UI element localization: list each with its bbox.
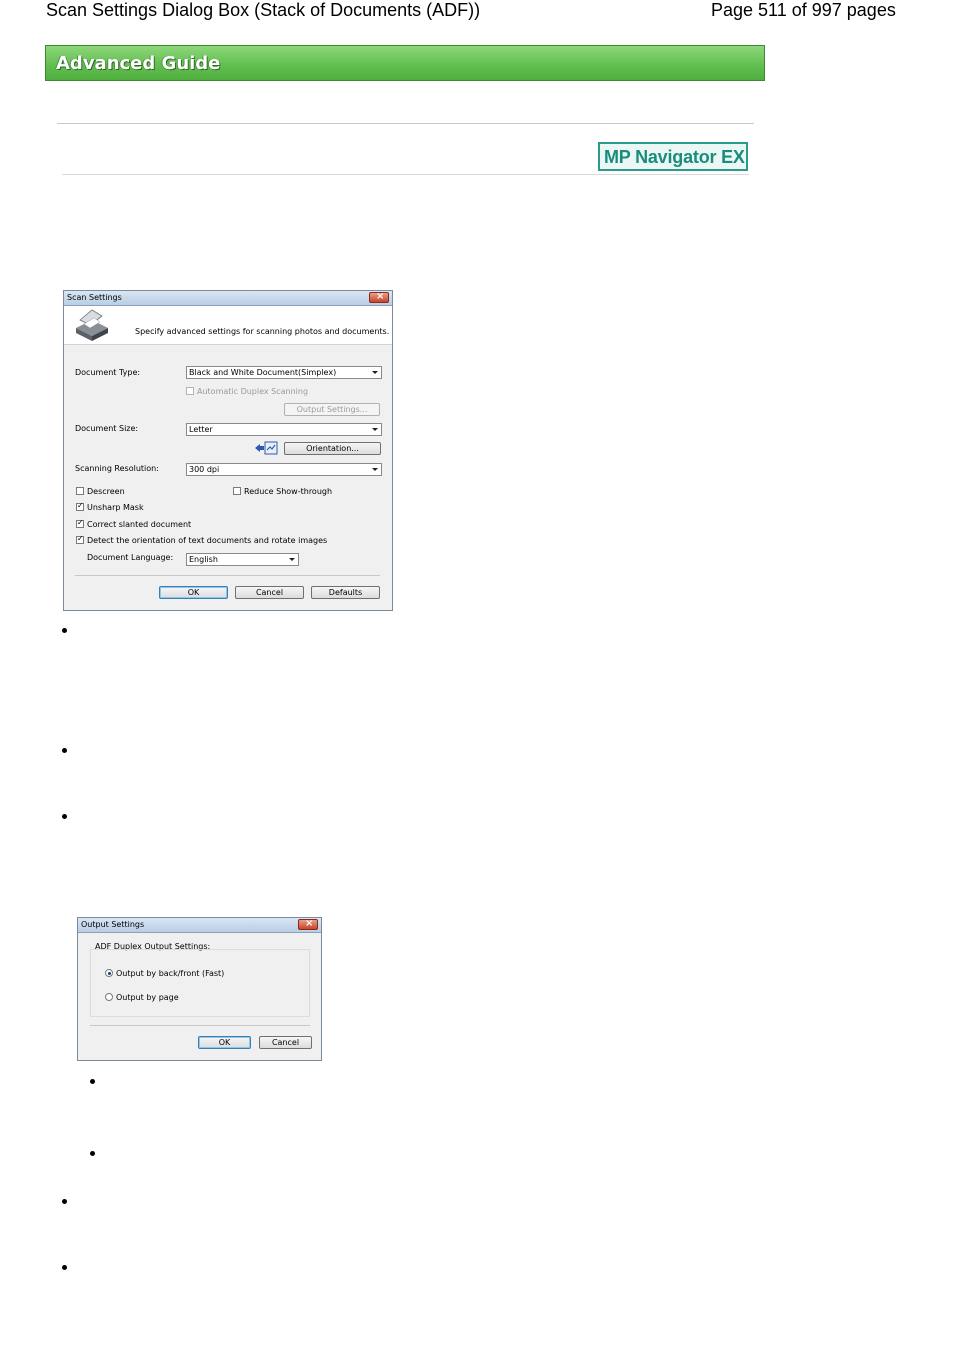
ok-button[interactable]: OK	[198, 1036, 251, 1049]
divider	[62, 174, 749, 175]
automatic-duplex-label: Automatic Duplex Scanning	[197, 387, 309, 396]
document-language-label: Document Language:	[87, 553, 174, 562]
scan-settings-dialog: Scan Settings × Specify advanced setting…	[63, 290, 393, 611]
advanced-guide-banner: Advanced Guide	[45, 45, 765, 81]
dialog-titlebar: Scan Settings ×	[64, 291, 392, 306]
mp-navigator-label: MP Navigator EX	[604, 147, 745, 167]
unsharp-mask-checkbox[interactable]: ✓	[76, 501, 84, 511]
document-language-select[interactable]: English	[186, 553, 299, 566]
correct-slanted-label: Correct slanted document	[87, 520, 192, 529]
dialog-titlebar: Output Settings ×	[78, 918, 321, 933]
checkmark-icon: ✓	[77, 518, 84, 527]
close-button[interactable]: ×	[298, 918, 318, 930]
dialog-header-panel: Specify advanced settings for scanning p…	[64, 306, 392, 345]
scanner-icon	[76, 309, 108, 341]
document-type-label: Document Type:	[75, 368, 141, 377]
close-icon: ×	[305, 918, 314, 929]
output-settings-button[interactable]: Output Settings...	[284, 403, 380, 416]
list-bullet	[90, 1151, 95, 1156]
output-settings-dialog: Output Settings × ADF Duplex Output Sett…	[77, 917, 322, 1061]
checkmark-icon: ✓	[77, 501, 84, 510]
reduce-show-through-label: Reduce Show-through	[244, 487, 333, 496]
mp-navigator-badge: MP Navigator EX	[598, 142, 748, 171]
defaults-button[interactable]: Defaults	[311, 586, 380, 599]
checkmark-icon: ✓	[77, 534, 84, 543]
button-separator	[75, 575, 380, 576]
document-type-value: Black and White Document(Simplex)	[189, 368, 337, 377]
list-bullet	[62, 1265, 67, 1270]
automatic-duplex-checkbox[interactable]	[186, 387, 194, 395]
document-size-value: Letter	[189, 425, 213, 434]
list-bullet	[62, 814, 67, 819]
output-back-front-radio[interactable]	[105, 969, 113, 977]
cancel-button[interactable]: Cancel	[235, 586, 304, 599]
list-bullet	[62, 628, 67, 633]
scanning-resolution-label: Scanning Resolution:	[75, 464, 159, 473]
detect-orientation-label: Detect the orientation of text documents…	[87, 536, 328, 545]
divider	[57, 123, 754, 124]
banner-label: Advanced Guide	[56, 53, 221, 74]
radio-selected-dot	[107, 971, 111, 975]
list-bullet	[62, 1199, 67, 1204]
scanning-resolution-select[interactable]: 300 dpi	[186, 463, 382, 476]
correct-slanted-checkbox[interactable]: ✓	[76, 518, 84, 528]
reduce-show-through-checkbox[interactable]	[233, 487, 241, 495]
page-title: Scan Settings Dialog Box (Stack of Docum…	[46, 0, 481, 20]
list-bullet	[62, 748, 67, 753]
unsharp-mask-label: Unsharp Mask	[87, 503, 144, 512]
dialog-description: Specify advanced settings for scanning p…	[135, 327, 390, 336]
orientation-button[interactable]: Orientation...	[284, 442, 381, 455]
descreen-checkbox[interactable]	[76, 487, 84, 495]
dialog-title: Scan Settings	[67, 293, 122, 302]
document-size-label: Document Size:	[75, 424, 139, 433]
output-by-page-label: Output by page	[116, 993, 179, 1002]
detect-orientation-checkbox[interactable]: ✓	[76, 534, 84, 544]
document-type-select[interactable]: Black and White Document(Simplex)	[186, 366, 382, 379]
descreen-label: Descreen	[87, 487, 125, 496]
document-language-value: English	[189, 555, 218, 564]
document-size-select[interactable]: Letter	[186, 423, 382, 436]
close-button[interactable]: ×	[369, 291, 389, 303]
chevron-down-icon	[289, 558, 295, 561]
chevron-down-icon	[372, 428, 378, 431]
list-bullet	[90, 1079, 95, 1084]
scanning-resolution-value: 300 dpi	[189, 465, 220, 474]
chevron-down-icon	[372, 371, 378, 374]
button-separator	[90, 1025, 310, 1026]
dialog-title: Output Settings	[81, 920, 145, 929]
close-icon: ×	[376, 291, 385, 302]
page-number: Page 511 of 997 pages	[711, 0, 896, 20]
output-by-page-radio[interactable]	[105, 993, 113, 1001]
orientation-icon	[255, 441, 278, 455]
duplex-output-group	[90, 949, 310, 1017]
output-back-front-label: Output by back/front (Fast)	[116, 969, 225, 978]
ok-button[interactable]: OK	[159, 586, 228, 599]
cancel-button[interactable]: Cancel	[259, 1036, 312, 1049]
chevron-down-icon	[372, 468, 378, 471]
